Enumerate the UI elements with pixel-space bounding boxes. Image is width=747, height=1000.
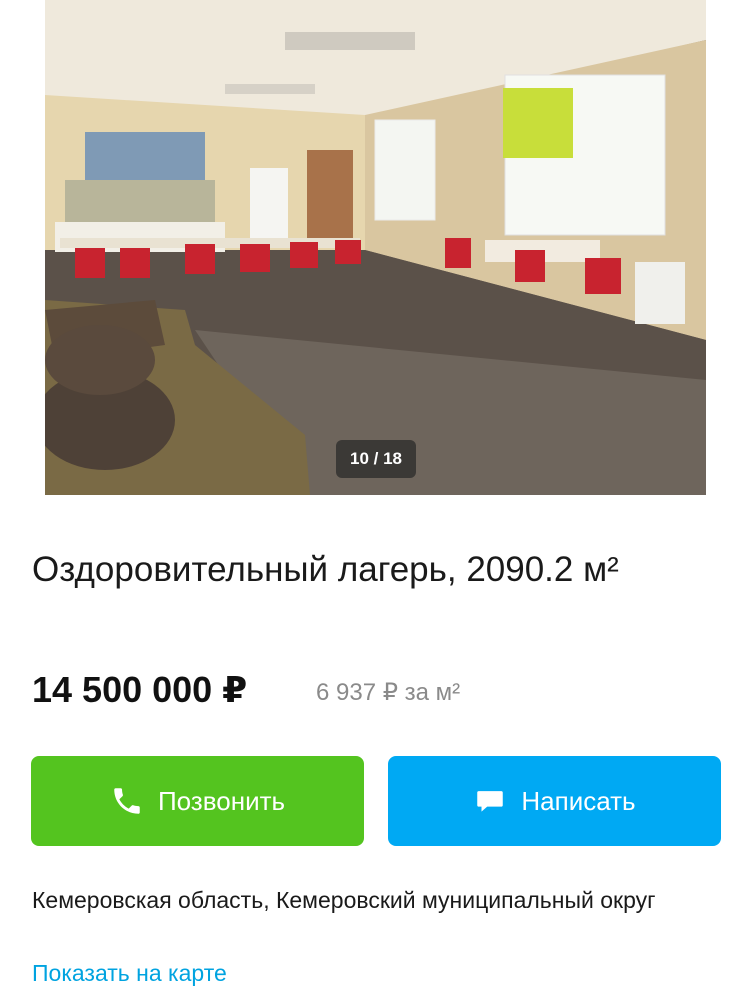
phone-icon [110, 784, 144, 818]
call-button[interactable]: Позвонить [31, 756, 364, 846]
message-button-label: Написать [521, 785, 636, 816]
listing-price: 14 500 000 ₽ [32, 669, 248, 710]
chat-bubble-icon [473, 784, 507, 818]
show-on-map-link[interactable]: Показать на карте [32, 955, 227, 991]
photo-gallery[interactable]: 10 / 18 [0, 0, 747, 495]
message-button[interactable]: Написать [388, 756, 721, 846]
listing-address: Кемеровская область, Кемеровский муницип… [32, 887, 656, 913]
listing-title: Оздоровительный лагерь, 2090.2 м² [32, 550, 619, 589]
price-per-square-meter: 6 937 ₽ за м² [316, 679, 461, 706]
photo-counter-badge: 10 / 18 [336, 440, 416, 478]
listing-photo[interactable] [45, 0, 706, 495]
call-button-label: Позвонить [157, 785, 286, 816]
